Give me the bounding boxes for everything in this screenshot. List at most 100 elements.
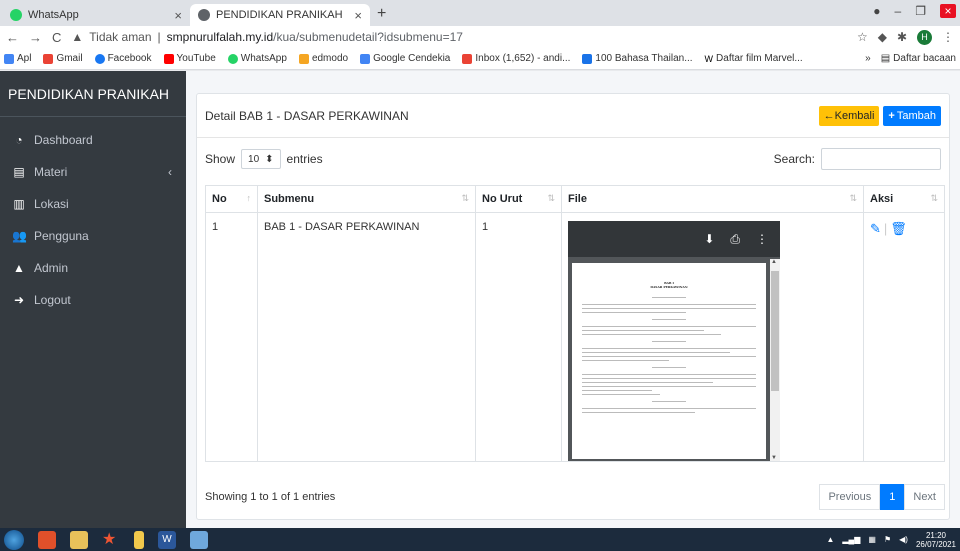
folder-icon[interactable] bbox=[134, 530, 144, 549]
tab-label: PENDIDIKAN PRANIKAH bbox=[216, 9, 343, 21]
sidebar-item-logout[interactable]: ➜ Logout bbox=[0, 285, 186, 315]
detail-card: Detail BAB 1 - DASAR PERKAWINAN ← Kembali… bbox=[196, 93, 950, 520]
sidebar-item-lokasi[interactable]: ▥ Lokasi bbox=[0, 189, 186, 219]
extensions: ☆ ◆ ✱ H ⋮ bbox=[857, 29, 954, 45]
window-close-icon[interactable]: × bbox=[940, 4, 956, 18]
scroll-up-icon[interactable]: ▲ bbox=[771, 259, 777, 265]
browser-tab-bar: WhatsApp × PENDIDIKAN PRANIKAH × + ● – ❐… bbox=[0, 0, 960, 26]
window-controls: ● – ❐ × bbox=[873, 4, 956, 18]
print-icon[interactable]: ⎙ bbox=[730, 232, 740, 247]
back-button[interactable]: ← Kembali bbox=[818, 105, 880, 126]
plus-icon: + bbox=[888, 109, 895, 122]
download-icon[interactable]: ⬇ bbox=[704, 232, 714, 246]
network-icon[interactable]: ▦ bbox=[868, 535, 876, 544]
sidebar-item-admin[interactable]: ▲ Admin bbox=[0, 253, 186, 283]
card-header: Detail BAB 1 - DASAR PERKAWINAN ← Kembali… bbox=[197, 94, 949, 138]
image-viewer-icon[interactable] bbox=[190, 530, 208, 549]
table-footer: Showing 1 to 1 of 1 entries Previous 1 N… bbox=[205, 484, 945, 510]
flag-icon[interactable]: ⚑ bbox=[884, 535, 891, 544]
forward-arrow-icon[interactable]: → bbox=[29, 30, 42, 45]
reload-icon[interactable]: C bbox=[52, 30, 61, 45]
bookmark-gmail[interactable]: Gmail bbox=[43, 53, 83, 64]
close-icon[interactable]: × bbox=[354, 8, 362, 23]
facebook-icon bbox=[94, 53, 105, 64]
column-no-urut[interactable]: No Urut ⇅ bbox=[475, 185, 562, 213]
url-field[interactable]: ▲ Tidak aman | smpnurulfalah.my.id/kua/s… bbox=[71, 28, 847, 46]
star-app-icon[interactable]: ★ bbox=[102, 531, 120, 549]
tray-arrow-icon[interactable]: ▲ bbox=[826, 535, 834, 544]
sort-icon: ⇅ bbox=[547, 193, 555, 203]
edit-icon[interactable]: ✎ bbox=[870, 221, 881, 237]
column-submenu[interactable]: Submenu ⇅ bbox=[257, 185, 476, 213]
brand-title[interactable]: PENDIDIKAN PRANIKAH bbox=[0, 71, 186, 117]
volume-icon[interactable]: ◀) bbox=[899, 535, 908, 544]
sort-icon: ⇅ bbox=[930, 193, 938, 203]
bookmark-edmodo[interactable]: edmodo bbox=[298, 53, 348, 64]
sort-icon: ⇅ bbox=[849, 193, 857, 203]
bookmarks-bar: Apl Gmail Facebook YouTube WhatsApp edmo… bbox=[0, 48, 960, 70]
back-arrow-icon[interactable]: ← bbox=[6, 30, 19, 45]
security-label: Tidak aman bbox=[89, 30, 152, 44]
minimize-icon[interactable]: – bbox=[895, 4, 902, 18]
column-aksi[interactable]: Aksi ⇅ bbox=[863, 185, 945, 213]
file-explorer-icon[interactable] bbox=[70, 530, 88, 549]
clock[interactable]: 21:20 26/07/2021 bbox=[916, 531, 956, 549]
table-row: 1 BAB 1 - DASAR PERKAWINAN 1 ⬇ ⎙ ⋮ BAB I bbox=[205, 212, 945, 462]
bookmark-youtube[interactable]: YouTube bbox=[163, 53, 216, 64]
pdf-subheading: DASAR PERKAWINAN bbox=[650, 285, 688, 289]
more-icon[interactable]: ⋮ bbox=[942, 30, 954, 44]
apps-grid-icon bbox=[4, 53, 14, 64]
bookmark-bahasa-thailand[interactable]: 100 Bahasa Thailan... bbox=[582, 53, 693, 64]
start-button[interactable] bbox=[4, 529, 24, 550]
column-no[interactable]: No ↑ bbox=[205, 185, 258, 213]
pdf-scrollbar[interactable]: ▲ ▼ bbox=[770, 259, 780, 461]
previous-button[interactable]: Previous bbox=[819, 484, 881, 510]
page-size-select[interactable]: 10 ⬍ bbox=[241, 149, 281, 169]
sort-caret-icon: ⬍ bbox=[265, 153, 274, 165]
signal-icon[interactable]: ▂▄▆ bbox=[842, 535, 860, 544]
profile-avatar[interactable]: H bbox=[917, 29, 932, 45]
profile-dot-icon[interactable]: ● bbox=[873, 4, 880, 18]
bookmark-inbox[interactable]: Inbox (1,652) - andi... bbox=[462, 53, 570, 64]
page-1-button[interactable]: 1 bbox=[880, 484, 905, 510]
bookmark-facebook[interactable]: Facebook bbox=[94, 53, 152, 64]
scrollbar-thumb[interactable] bbox=[771, 271, 779, 391]
bookmark-google-scholar[interactable]: Google Cendekia bbox=[360, 53, 450, 64]
star-icon[interactable]: ☆ bbox=[857, 30, 868, 44]
sidebar-item-pengguna[interactable]: 👥 Pengguna bbox=[0, 221, 186, 251]
scroll-down-icon[interactable]: ▼ bbox=[771, 455, 777, 461]
word-icon[interactable]: W bbox=[158, 530, 176, 549]
bookmark-marvel[interactable]: W Daftar film Marvel... bbox=[704, 53, 803, 64]
close-icon[interactable]: × bbox=[174, 8, 182, 23]
chrome-icon[interactable] bbox=[38, 530, 56, 549]
sidebar-item-materi[interactable]: ▤ Materi ‹ bbox=[0, 157, 186, 187]
trash-icon[interactable]: 🗑 bbox=[890, 221, 907, 237]
sidebar-item-dashboard[interactable]: ◔ Dashboard bbox=[0, 125, 186, 155]
new-tab-button[interactable]: + bbox=[377, 5, 386, 23]
table-controls: Show 10 ⬍ entries Search: bbox=[197, 138, 949, 180]
map-icon: ▥ bbox=[13, 197, 25, 211]
tab-whatsapp[interactable]: WhatsApp × bbox=[2, 4, 190, 26]
youtube-icon bbox=[163, 53, 174, 64]
cell-aksi: ✎ | 🗑 bbox=[863, 212, 945, 462]
search-input[interactable] bbox=[821, 148, 941, 170]
reading-list[interactable]: ▤ Daftar bacaan bbox=[881, 53, 956, 64]
next-button[interactable]: Next bbox=[904, 484, 945, 510]
more-icon[interactable]: ⋮ bbox=[756, 232, 768, 246]
column-file[interactable]: File ⇅ bbox=[561, 185, 864, 213]
bookmark-whatsapp[interactable]: WhatsApp bbox=[227, 53, 287, 64]
bookmark-apps[interactable]: Apl bbox=[4, 53, 31, 64]
submenu-table: No ↑ Submenu ⇅ No Urut ⇅ File ⇅ Aksi ⇅ 1 BAB … bbox=[205, 185, 945, 462]
extension-icon[interactable]: ◆ bbox=[878, 30, 887, 44]
restore-icon[interactable]: ❐ bbox=[915, 4, 926, 18]
whatsapp-icon bbox=[10, 9, 22, 21]
sort-asc-icon: ↑ bbox=[246, 193, 252, 203]
add-button[interactable]: + Tambah bbox=[883, 105, 941, 126]
puzzle-icon[interactable]: ✱ bbox=[897, 30, 907, 44]
bookmarks-overflow-button[interactable]: » bbox=[865, 53, 871, 64]
pdf-viewer[interactable]: ⬇ ⎙ ⋮ BAB I DASAR PERKAWINAN ▲ ▼ bbox=[568, 221, 780, 461]
tab-label: WhatsApp bbox=[28, 9, 79, 21]
show-label: Show bbox=[205, 152, 236, 166]
tab-pendidikan-pranikah[interactable]: PENDIDIKAN PRANIKAH × bbox=[190, 4, 370, 26]
reading-list-icon: ▤ bbox=[880, 53, 891, 64]
